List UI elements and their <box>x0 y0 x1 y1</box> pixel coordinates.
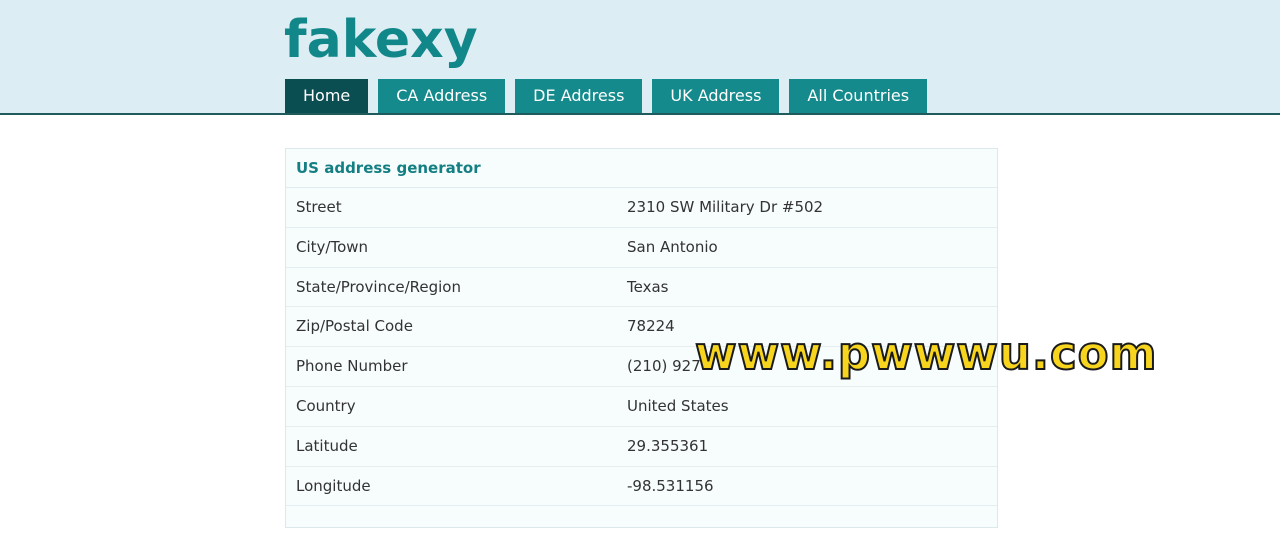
nav-item-ca-address[interactable]: CA Address <box>378 79 506 113</box>
site-logo[interactable]: fakexy <box>284 8 478 72</box>
row-label: Latitude <box>296 436 358 455</box>
row-label: Phone Number <box>296 357 408 376</box>
nav-item-all-countries[interactable]: All Countries <box>789 79 928 113</box>
row-label: State/Province/Region <box>296 277 461 296</box>
table-row-state: State/Province/Region Texas <box>286 268 997 308</box>
row-value: 29.355361 <box>627 436 709 455</box>
main-nav: Home CA Address DE Address UK Address Al… <box>285 79 937 113</box>
card-title: US address generator <box>286 149 997 188</box>
row-value: 2310 SW Military Dr #502 <box>627 198 824 216</box>
row-label: City/Town <box>296 237 369 256</box>
table-row-country: Country United States <box>286 387 997 427</box>
table-row-street: Street 2310 SW Military Dr #502 <box>286 188 997 228</box>
row-label: Longitude <box>296 476 371 495</box>
row-label: Zip/Postal Code <box>296 317 413 336</box>
table-row-city: City/Town San Antonio <box>286 228 997 268</box>
nav-item-de-address[interactable]: DE Address <box>515 79 643 113</box>
nav-item-home[interactable]: Home <box>285 79 369 113</box>
row-value: United States <box>627 396 729 415</box>
row-value: San Antonio <box>627 237 718 256</box>
row-label: Street <box>296 198 342 216</box>
table-row-latitude: Latitude 29.355361 <box>286 427 997 467</box>
row-label: Country <box>296 396 356 415</box>
row-value: Texas <box>627 277 669 296</box>
watermark-text: www.pwwwu.com <box>694 326 1158 381</box>
site-header: fakexy Home CA Address DE Address UK Add… <box>0 0 1280 115</box>
table-row-longitude: Longitude -98.531156 <box>286 467 997 507</box>
nav-item-uk-address[interactable]: UK Address <box>652 79 780 113</box>
row-value: -98.531156 <box>627 476 714 495</box>
